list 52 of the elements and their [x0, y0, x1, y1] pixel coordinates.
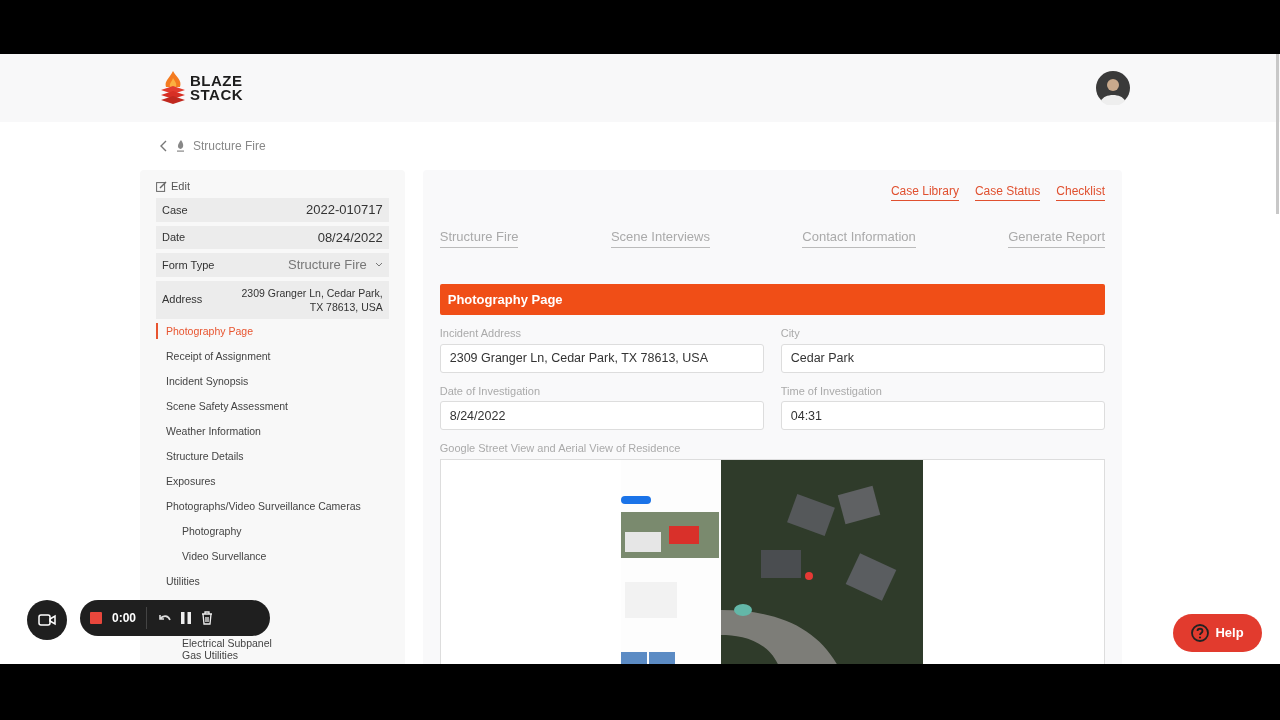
recording-timer: 0:00 [112, 610, 137, 627]
nav-item[interactable]: Photography Page [156, 322, 389, 339]
edit-link[interactable]: Edit [156, 178, 389, 194]
nav-item[interactable]: Photographs/Video Surveillance Cameras [156, 493, 389, 519]
nav-item[interactable]: Scene Safety Assessment [156, 393, 389, 419]
row-value: 2022-010717 [306, 201, 383, 219]
nav-link[interactable]: Case Library [890, 182, 959, 201]
row-label: Date [162, 230, 186, 245]
flame-icon [176, 140, 185, 152]
row-label: Form Type [162, 257, 215, 273]
field-label: City [780, 326, 801, 341]
trash-icon[interactable] [201, 611, 214, 625]
nav-item[interactable]: Structure Details [156, 443, 389, 469]
input-field[interactable]: Cedar Park [780, 343, 1105, 373]
row-label: Case [162, 202, 188, 218]
logo-text: BLAZE STACK [190, 74, 244, 102]
field-label: Time of Investigation [780, 383, 883, 399]
nav-item[interactable]: Electrical Subpanel [156, 636, 389, 649]
nav-item[interactable]: Video Survellance [156, 543, 389, 569]
help-icon [1191, 624, 1210, 642]
breadcrumb-title: Structure Fire [193, 138, 266, 155]
caret-icon [374, 262, 383, 268]
edit-icon [156, 180, 167, 192]
row-label: Address [162, 292, 203, 308]
field-label: Date of Investigation [439, 383, 542, 399]
nav-item[interactable]: Gas Utilities [156, 648, 389, 661]
nav-link[interactable]: Case Status [974, 182, 1041, 201]
field-label: Google Street View and Aerial View of Residence [439, 441, 682, 456]
help-button[interactable]: Help [1173, 614, 1262, 652]
section-header: Photography Page [439, 283, 1105, 315]
avatar[interactable] [1096, 71, 1130, 105]
pause-icon[interactable] [181, 612, 192, 624]
nav-item[interactable]: Receipt of Assignment [156, 343, 389, 369]
nav-link[interactable]: Checklist [1056, 182, 1105, 201]
nav-item[interactable]: Utilities [156, 568, 389, 594]
nav-item[interactable]: Photography [156, 518, 389, 544]
nav-item[interactable]: Exposures [156, 468, 389, 494]
field-label: Incident Address [439, 326, 523, 341]
nav-item[interactable]: Incident Synopsis [156, 368, 389, 394]
input-field[interactable]: 8/24/2022 [439, 401, 764, 430]
row-value: 08/24/2022 [317, 228, 383, 247]
input-field[interactable]: 2309 Granger Ln, Cedar Park, TX 78613, USA [439, 343, 764, 373]
scrollbar-thumb[interactable] [1276, 54, 1279, 214]
video-camera-icon [38, 614, 56, 626]
form-type-select[interactable]: Structure Fire [288, 255, 383, 275]
flame-logo-icon [160, 70, 186, 106]
nav-item[interactable]: Weather Information [156, 418, 389, 444]
input-field[interactable]: 04:31 [780, 401, 1105, 430]
undo-icon[interactable] [157, 613, 172, 623]
row-value: 2309 Granger Ln, Cedar Park, TX 78613, USA [240, 285, 383, 314]
back-icon[interactable] [160, 140, 168, 152]
camera-button[interactable] [27, 600, 67, 640]
